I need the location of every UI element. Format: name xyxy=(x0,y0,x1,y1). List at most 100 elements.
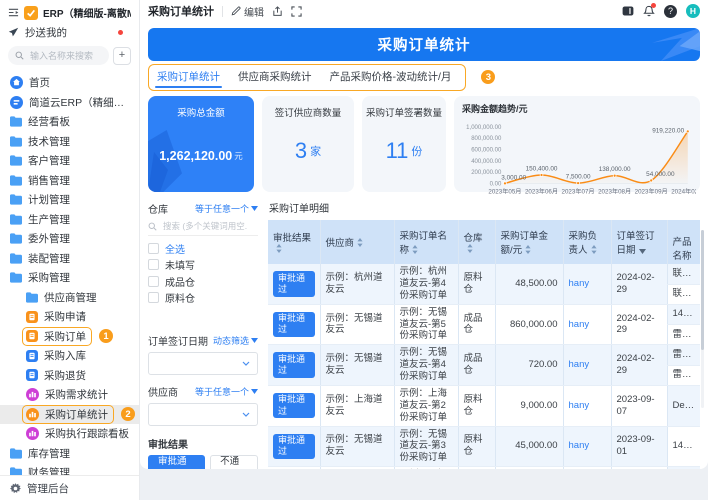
sidebar-item[interactable]: 库存管理 xyxy=(0,444,139,464)
sidebar-search-input[interactable] xyxy=(28,49,98,62)
filter-panel: 仓库 等于任意一个 全选未填写成品仓原料仓 xyxy=(148,200,258,469)
folder-icon xyxy=(10,136,22,147)
sidebar-item[interactable]: 供应商管理 xyxy=(0,288,139,308)
checkbox[interactable] xyxy=(148,242,159,254)
owner-link[interactable]: hany xyxy=(569,440,590,451)
sidebar-item[interactable]: 采购申请 xyxy=(0,307,139,327)
home-icon xyxy=(10,76,23,90)
column-header[interactable]: 订单签订日期 xyxy=(610,220,667,264)
tab-active[interactable]: 采购订单统计 xyxy=(155,67,222,88)
column-header[interactable]: 供应商 xyxy=(319,220,394,264)
help-button[interactable]: ? xyxy=(664,4,677,18)
checkbox[interactable] xyxy=(148,259,159,271)
add-button[interactable]: + xyxy=(113,46,131,65)
folder-icon xyxy=(10,214,22,225)
main-area: 采购订单统计 编辑 ? H 采购订单统计 采购订单统计 供应商采购统计 产品采购… xyxy=(140,0,708,500)
product-cell: 144HZ显示器 xyxy=(666,466,700,469)
folder-icon xyxy=(10,155,22,166)
tab-item[interactable]: 产品采购价格-波动统计/月 xyxy=(330,67,452,88)
sidebar-item[interactable]: 首页 xyxy=(0,73,139,93)
sidebar-search[interactable] xyxy=(8,46,109,65)
doc-blue-icon xyxy=(26,349,38,362)
fullscreen-button[interactable] xyxy=(291,5,302,17)
sidebar-item-label: 计划管理 xyxy=(28,194,70,207)
sidebar-item[interactable]: 计划管理 xyxy=(0,190,139,210)
avatar[interactable]: H xyxy=(686,4,700,18)
order-name-cell: 示例：上海道友云-第2份采购订单 xyxy=(393,385,458,427)
checkbox[interactable] xyxy=(148,275,159,287)
amount-cell: 135,000.00 xyxy=(494,466,563,469)
tab-item[interactable]: 供应商采购统计 xyxy=(238,67,312,88)
stats-row: 采购总金额 1,262,120.00 元签订供应商数量 3 家采购订单签署数量 11 份采购… xyxy=(148,96,700,196)
supplier-filter-select[interactable] xyxy=(148,403,258,426)
collapse-sidebar-icon[interactable] xyxy=(8,7,19,18)
sidebar-item-label: 首页 xyxy=(29,77,50,90)
owner-link[interactable]: hany xyxy=(569,400,590,411)
sidebar-item[interactable]: 采购管理 xyxy=(0,268,139,288)
owner-link[interactable]: hany xyxy=(569,278,590,289)
sidebar-item[interactable]: 装配管理 xyxy=(0,249,139,269)
sidebar-item[interactable]: 采购执行跟踪看板 xyxy=(0,424,139,444)
warehouse-option[interactable]: 成品仓 xyxy=(148,273,258,290)
sidebar-item[interactable]: 财务管理 xyxy=(0,463,139,475)
warehouse-search[interactable] xyxy=(148,217,258,236)
date-cell: 2024-02-29 xyxy=(610,344,667,386)
date-filter-select[interactable] xyxy=(148,352,258,375)
svg-text:1,000,000.00: 1,000,000.00 xyxy=(466,125,502,131)
column-header[interactable]: 采购订单名称 xyxy=(393,220,458,264)
supplier-filter-operator[interactable]: 等于任意一个 xyxy=(195,385,258,398)
doc-orange-icon xyxy=(26,330,38,343)
sidebar-item-label: 客户管理 xyxy=(28,155,70,168)
sidebar-item[interactable]: 生产管理 xyxy=(0,210,139,230)
approval-badge: 审批通过 xyxy=(273,352,315,378)
column-header[interactable]: 仓库 xyxy=(457,220,495,264)
notification-dot xyxy=(651,3,656,8)
warehouse-filter-label: 仓库 xyxy=(148,205,168,216)
edit-button[interactable]: 编辑 xyxy=(231,4,264,19)
sidebar-item[interactable]: 技术管理 xyxy=(0,132,139,152)
column-header[interactable]: 采购订单金额/元 xyxy=(494,220,563,264)
sidebar-item[interactable]: 简道云ERP（精细版-离散MT... xyxy=(0,93,139,113)
stat-label: 采购订单签署数量 xyxy=(365,108,442,119)
warehouse-option[interactable]: 全选 xyxy=(148,240,258,257)
warehouse-filter-operator[interactable]: 等于任意一个 xyxy=(195,202,258,215)
warehouse-option[interactable]: 原料仓 xyxy=(148,290,258,307)
sidebar-item[interactable]: 销售管理 xyxy=(0,171,139,191)
warehouse-search-input[interactable] xyxy=(161,220,249,232)
content-panel: 采购订单统计 采购订单统计 供应商采购统计 产品采购价格-波动统计/月 3 采购总金… xyxy=(140,22,708,469)
sidebar-item[interactable]: 委外管理 xyxy=(0,229,139,249)
sidebar-item[interactable]: 经营看板 xyxy=(0,112,139,132)
warehouse-option[interactable]: 未填写 xyxy=(148,257,258,274)
checkbox[interactable] xyxy=(148,292,159,304)
date-filter-operator[interactable]: 动态筛选 xyxy=(213,334,258,347)
sidebar-item[interactable]: 客户管理 xyxy=(0,151,139,171)
notifications-button[interactable] xyxy=(643,3,656,17)
table-scrollbar[interactable] xyxy=(701,230,704,408)
admin-console-item[interactable]: 管理后台 xyxy=(0,475,139,500)
copy-to-me-item[interactable]: 抄送我的 xyxy=(0,22,139,42)
banner-title: 采购订单统计 xyxy=(377,38,471,54)
approval-button[interactable]: 审批通过 xyxy=(148,455,206,469)
order-name-cell: 示例：无锡道友云-第3份采购订单 xyxy=(393,426,458,468)
lower-section: 仓库 等于任意一个 全选未填写成品仓原料仓 xyxy=(148,200,704,469)
search-icon xyxy=(148,222,157,231)
product-column-header[interactable]: 产品名称 xyxy=(666,232,700,264)
sidebar-search-row: + xyxy=(0,42,139,71)
stat-card: 采购订单签署数量 11 份 xyxy=(362,96,446,192)
search-icon xyxy=(15,51,24,60)
sidebar-item-inner: 财务管理 xyxy=(10,465,70,475)
sidebar-item[interactable]: 采购入库 xyxy=(0,346,139,366)
owner-link[interactable]: hany xyxy=(569,359,590,370)
sidebar-item-label: 采购执行跟踪看板 xyxy=(45,428,129,441)
column-header[interactable]: 采购负责人 xyxy=(562,220,611,264)
sidebar-item[interactable]: 采购需求统计 xyxy=(0,385,139,405)
sidebar-item[interactable]: 采购订单 1 xyxy=(0,326,139,347)
chart-orange-icon xyxy=(26,407,39,421)
sidebar-item[interactable]: 采购订单统计 2 xyxy=(0,404,139,424)
column-header[interactable]: 审批结果 xyxy=(268,220,320,264)
approval-button[interactable]: 不通过 xyxy=(210,455,258,469)
owner-link[interactable]: hany xyxy=(569,319,590,330)
share-button[interactable] xyxy=(272,5,283,17)
sidebar-item[interactable]: 采购退货 xyxy=(0,366,139,386)
panel-toggle-icon[interactable] xyxy=(622,5,634,17)
